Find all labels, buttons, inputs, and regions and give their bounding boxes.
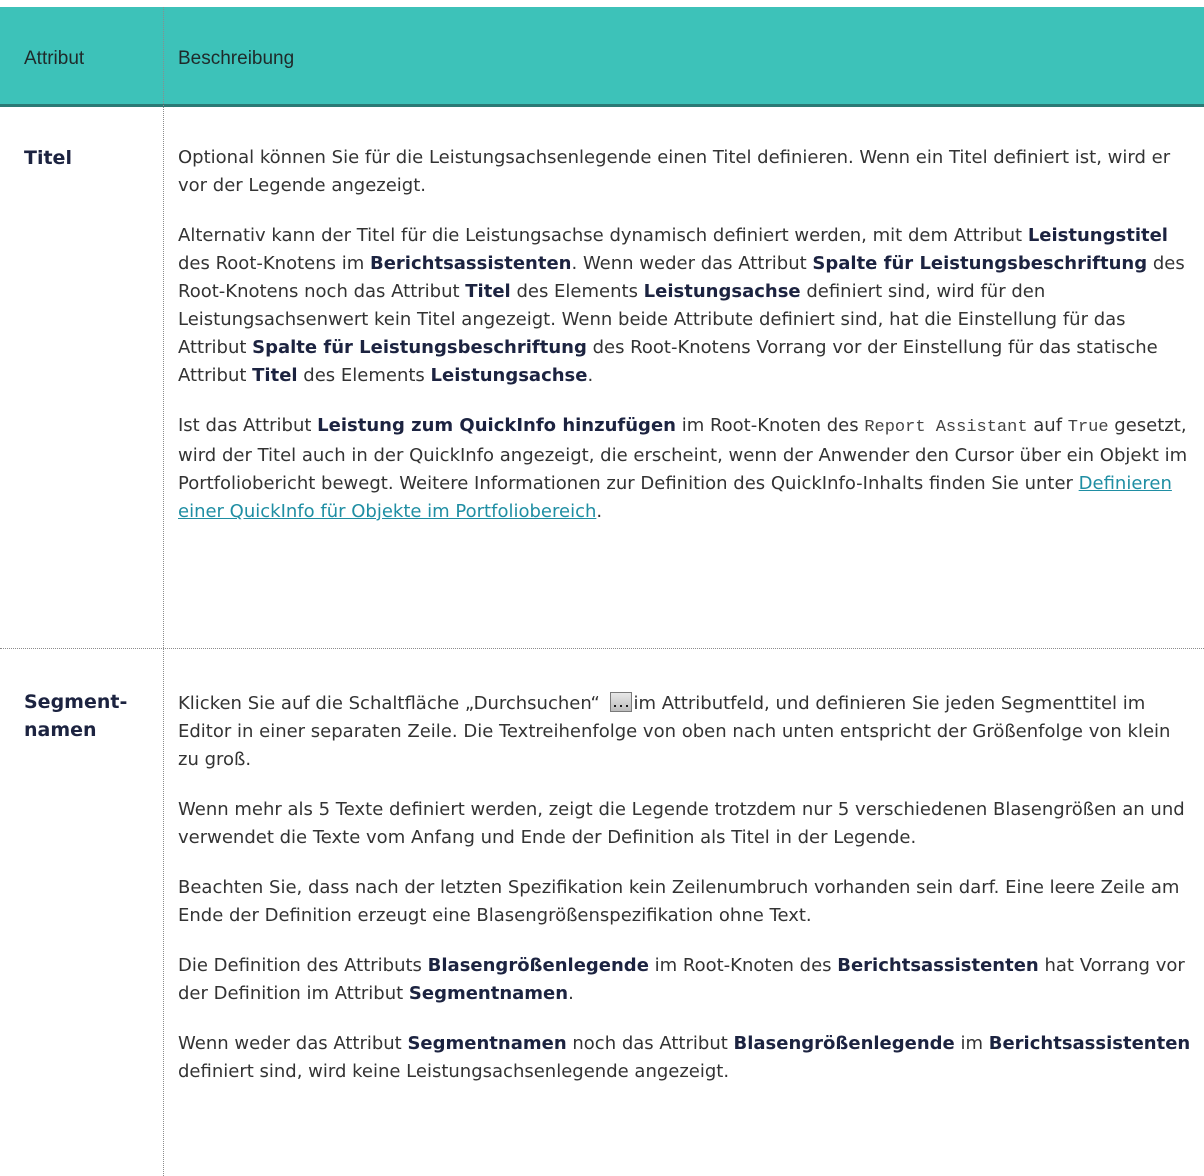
document-page: Attribut Beschreibung Titel Optional kön…	[0, 0, 1204, 1176]
paragraph: Die Definition des Attributs Blasengröße…	[178, 955, 1185, 1004]
top-spacer	[0, 0, 1204, 7]
attribute-name-segmentnamen: Segment- namen	[24, 691, 128, 741]
header-description: Beschreibung	[178, 48, 295, 69]
column-divider	[163, 7, 164, 1176]
description-titel: Optional können Sie für die Leistungsach…	[178, 144, 1196, 548]
paragraph: Beachten Sie, dass nach der letzten Spez…	[178, 877, 1180, 926]
paragraph: Wenn weder das Attribut Segmentnamen noc…	[178, 1033, 1191, 1082]
paragraph: Optional können Sie für die Leistungsach…	[178, 147, 1171, 196]
row-separator	[0, 648, 1204, 649]
browse-button-icon	[609, 692, 632, 712]
paragraph: Alternativ kann der Titel für die Leistu…	[178, 225, 1185, 386]
header-attribute: Attribut	[24, 48, 85, 69]
attribute-name-titel: Titel	[24, 147, 72, 169]
paragraph: Klicken Sie auf die Schaltfläche „Durchs…	[178, 692, 1171, 770]
paragraph: Wenn mehr als 5 Texte definiert werden, …	[178, 799, 1185, 848]
paragraph: Ist das Attribut Leistung zum QuickInfo …	[178, 415, 1188, 522]
table-header: Attribut Beschreibung	[0, 7, 1204, 107]
description-segmentnamen: Klicken Sie auf die Schaltfläche „Durchs…	[178, 690, 1196, 1108]
